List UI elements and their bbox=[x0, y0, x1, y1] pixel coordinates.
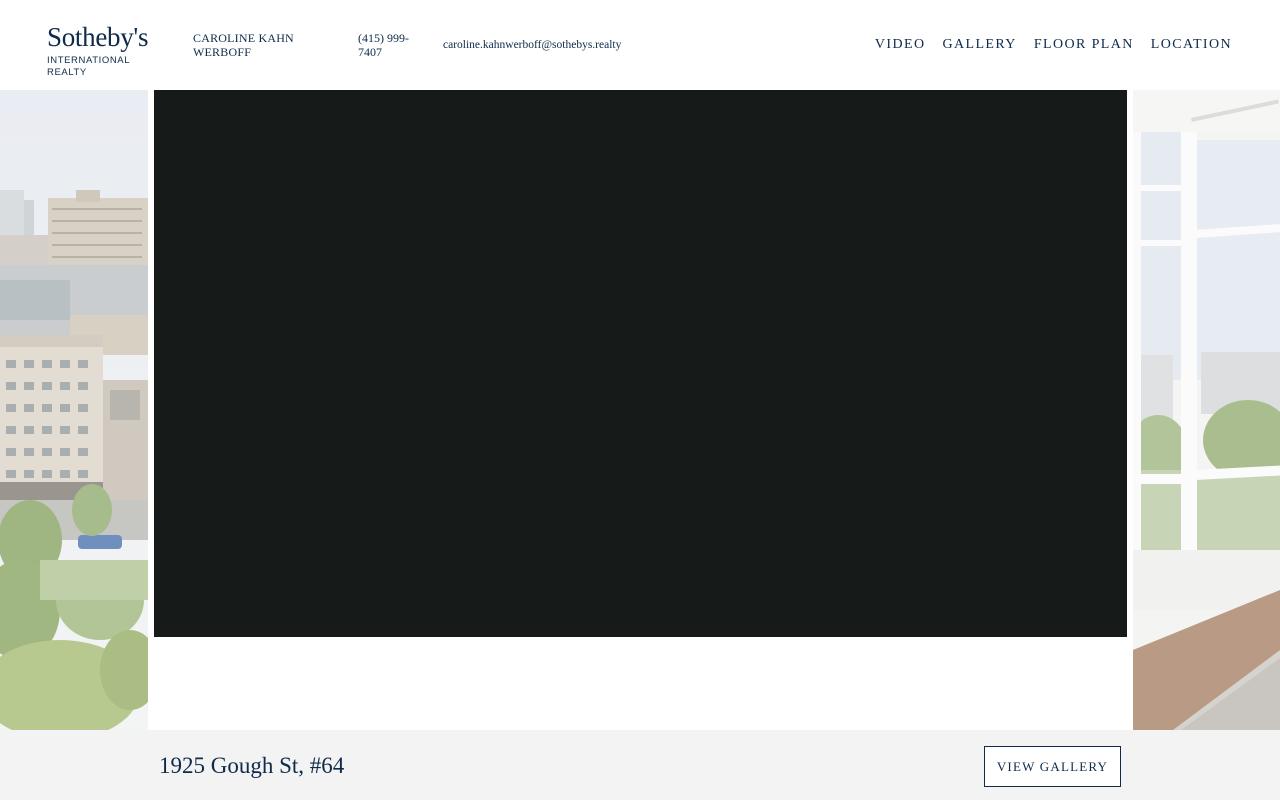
agent-email-link[interactable]: caroline.kahnwerboff@sothebys.realty bbox=[443, 38, 621, 52]
site-header: Sotheby's INTERNATIONAL REALTY CAROLINE … bbox=[0, 0, 1280, 90]
property-address: 1925 Gough St, #64 bbox=[159, 753, 345, 778]
logo-subtitle: INTERNATIONAL REALTY bbox=[47, 55, 130, 78]
logo-wordmark: Sotheby's bbox=[47, 22, 149, 52]
nav-link-gallery[interactable]: GALLERY bbox=[942, 37, 1016, 53]
agent-phone-link[interactable]: (415) 999-7407 bbox=[358, 31, 420, 59]
view-gallery-button[interactable]: VIEW GALLERY bbox=[984, 746, 1121, 787]
sothebys-logo[interactable]: Sotheby's INTERNATIONAL REALTY bbox=[47, 22, 167, 78]
agent-name: CAROLINE KAHN WERBOFF bbox=[193, 31, 294, 59]
city-view-image bbox=[0, 90, 148, 730]
sunroom-photo[interactable] bbox=[1133, 90, 1280, 730]
main-nav: VIDEO GALLERY FLOOR PLAN LOCATION bbox=[875, 37, 1232, 53]
nav-link-video[interactable]: VIDEO bbox=[875, 37, 926, 53]
city-view-photo[interactable] bbox=[0, 90, 148, 730]
sunroom-image bbox=[1133, 90, 1280, 730]
video-player[interactable] bbox=[154, 90, 1127, 637]
listing-footer: 1925 Gough St, #64 VIEW GALLERY bbox=[0, 730, 1280, 800]
nav-link-location[interactable]: LOCATION bbox=[1151, 37, 1232, 53]
nav-link-floor-plan[interactable]: FLOOR PLAN bbox=[1034, 37, 1134, 53]
